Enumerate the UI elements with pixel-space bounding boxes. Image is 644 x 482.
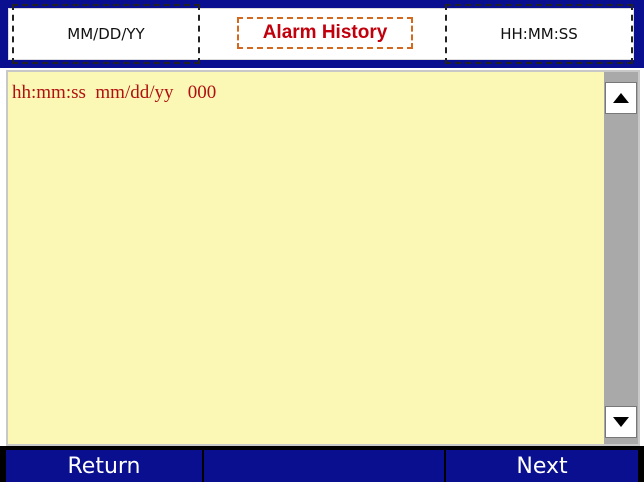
page-title: Alarm History [237,17,413,49]
date-display: MM/DD/YY [12,4,200,64]
list-item[interactable]: hh:mm:ss mm/dd/yy 000 [12,82,216,104]
scroll-up-button[interactable] [605,82,637,114]
scrollbar[interactable] [604,72,638,444]
alarm-list[interactable]: hh:mm:ss mm/dd/yy 000 [8,72,604,444]
alarm-list-frame: hh:mm:ss mm/dd/yy 000 [6,70,640,446]
triangle-down-icon [613,417,629,427]
date-format-text: MM/DD/YY [67,25,145,43]
return-button[interactable]: Return [6,450,202,482]
footer-blank-panel [204,450,444,482]
alarm-history-screen: MM/DD/YY Alarm History HH:MM:SS hh:mm:ss… [0,0,644,482]
header-bar: MM/DD/YY Alarm History HH:MM:SS [0,0,644,68]
scroll-down-button[interactable] [605,406,637,438]
next-button[interactable]: Next [446,450,638,482]
time-display: HH:MM:SS [445,4,633,64]
triangle-up-icon [613,93,629,103]
time-format-text: HH:MM:SS [500,25,578,43]
footer-bar: Return Next [0,446,644,482]
